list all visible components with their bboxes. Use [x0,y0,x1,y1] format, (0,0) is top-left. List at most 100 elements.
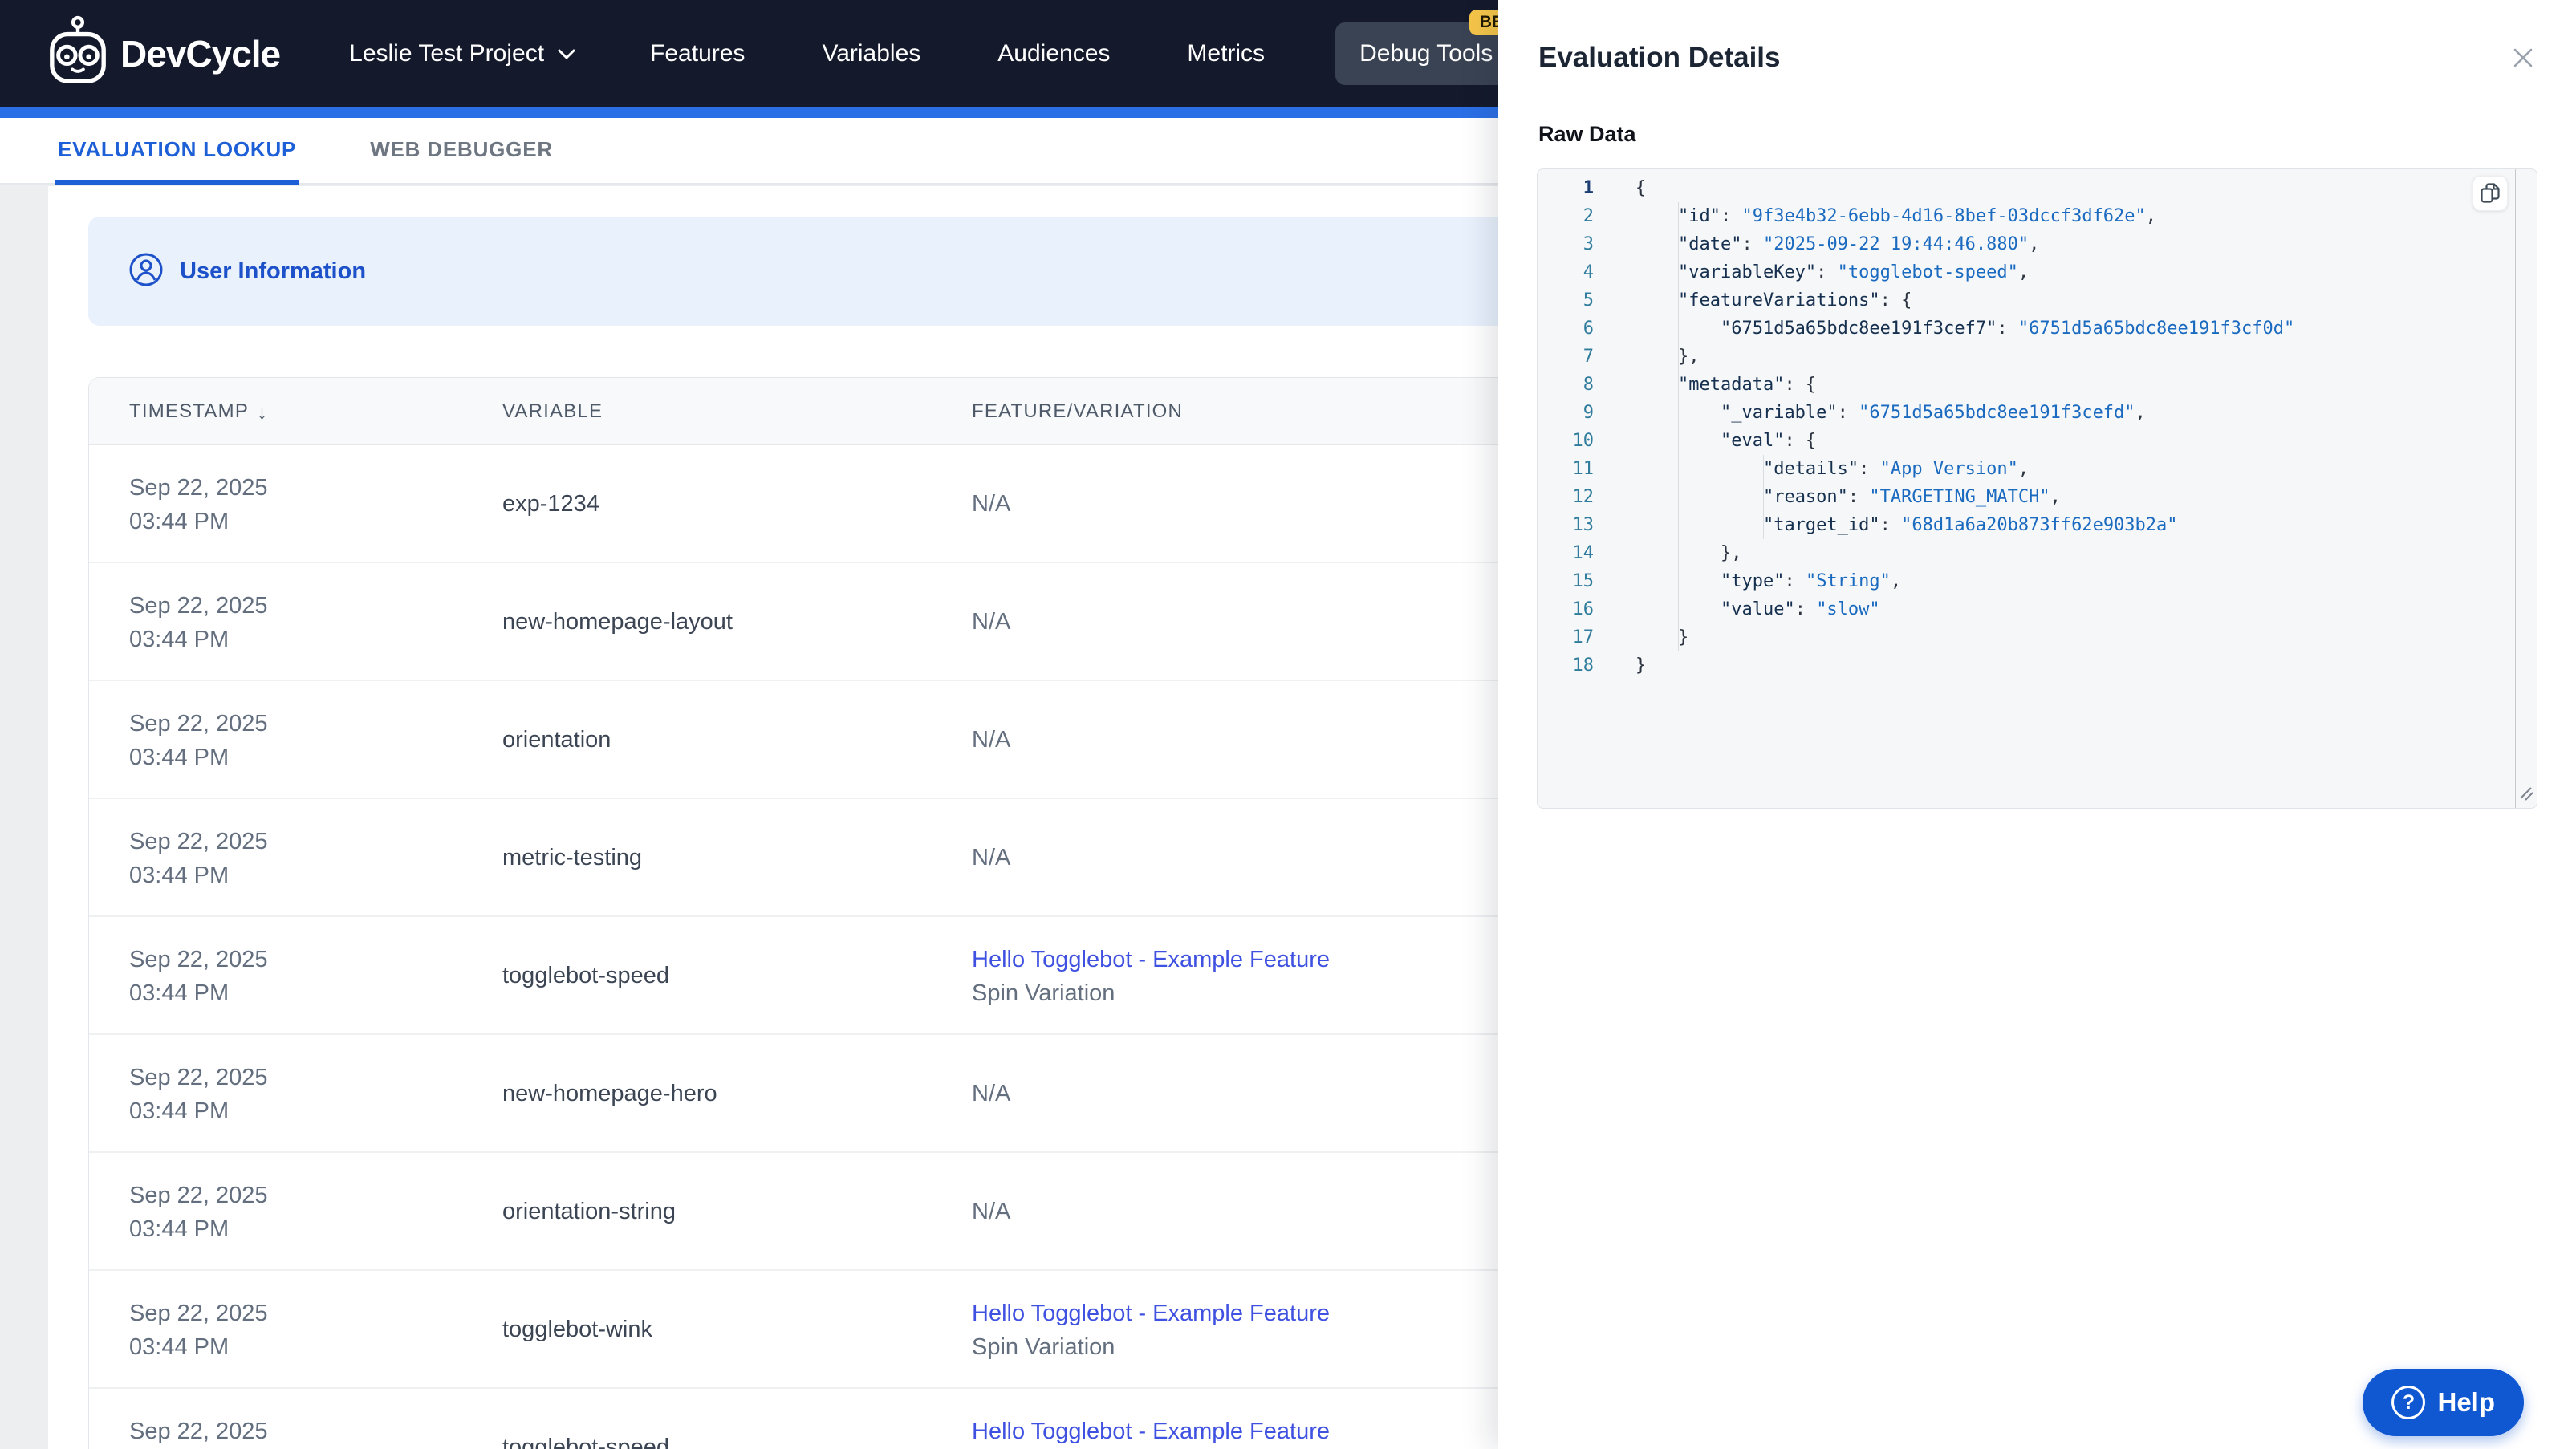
column-header-variable: VARIABLE [502,378,603,445]
table-row[interactable]: Sep 22, 2025 03:44 PM togglebot-wink Hello … [89,1271,1596,1389]
close-icon[interactable] [2507,42,2539,74]
feature-variation-cell: N/A [972,445,1010,563]
code-line: 15 "type": "String", [1538,567,2513,595]
feature-link[interactable]: Hello Togglebot - Example Feature [972,1297,1330,1330]
variation-label: Spin Variation [972,980,1115,1006]
na-value: N/A [972,1081,1011,1106]
table-row[interactable]: Sep 22, 2025 03:44 PM orientation N/A [89,681,1596,799]
table-row[interactable]: Sep 22, 2025 03:44 PM new-homepage-layout N… [89,563,1596,681]
line-number: 1 [1583,178,1594,198]
variable-cell: new-homepage-layout [502,609,733,635]
code-line: 2 "id": "9f3e4b32-6ebb-4d16-8bef-03dccf3… [1538,202,2513,230]
table-row[interactable]: Sep 22, 2025 03:44 PM orientation-string N/… [89,1153,1596,1271]
code-line: 8 "metadata": { [1538,371,2513,399]
nav-item-debug-tools[interactable]: Debug Tools BETA [1335,9,1535,85]
variable-cell: metric-testing [502,845,643,871]
devcycle-logo[interactable]: DevCycle [47,14,281,92]
tab-web-debugger[interactable]: WEB DEBUGGER [367,137,556,183]
line-number: 5 [1583,290,1594,310]
feature-variation-cell: N/A [972,563,1010,681]
active-tab-underline [55,180,300,185]
sort-descending-icon: ↓ [257,399,269,424]
line-number: 17 [1572,627,1595,647]
resize-handle-icon[interactable] [2517,785,2535,806]
line-number: 16 [1572,599,1595,619]
table-row[interactable]: Sep 22, 202503:44 PM togglebot-speed Hello… [89,1389,1596,1449]
nav-item-audiences[interactable]: Audiences [997,40,1110,67]
timestamp-cell: Sep 22, 202503:44 PM [129,1064,268,1124]
na-value: N/A [972,1199,1011,1224]
project-name: Leslie Test Project [349,39,545,67]
copy-button[interactable] [2472,176,2508,211]
help-button[interactable]: ? Help [2363,1369,2524,1436]
code-line: 12 "reason": "TARGETING_MATCH", [1538,483,2513,511]
question-mark-icon: ? [2391,1386,2426,1419]
feature-variation-cell: Hello Togglebot - Example FeatureSpin Va… [972,1389,1330,1449]
feature-variation-cell: Hello Togglebot - Example Feature Spin Va… [972,917,1330,1035]
code-line: 9 "_variable": "6751d5a65bdc8ee191f3cefd… [1538,399,2513,427]
code-line: 17 } [1538,623,2513,651]
code-line: 16 "value": "slow" [1538,595,2513,623]
tab-evaluation-lookup[interactable]: EVALUATION LOOKUP [55,137,300,185]
variable-cell: orientation-string [502,1199,676,1224]
tab-label: EVALUATION LOOKUP [58,137,297,161]
line-number: 12 [1572,487,1595,507]
help-label: Help [2437,1387,2495,1417]
nav-item-variables[interactable]: Variables [822,40,920,67]
feature-variation-cell: N/A [972,1035,1010,1153]
table-header: TIMESTAMP ↓ VARIABLE FEATURE/VARIATION [89,378,1596,445]
timestamp-cell: Sep 22, 202503:44 PM [129,592,268,652]
table-row[interactable]: Sep 22, 2025 03:44 PM new-homepage-hero N/A [89,1035,1596,1153]
panel-title: Evaluation Details [1538,42,1781,73]
devcycle-robot-icon [47,14,109,92]
feature-variation-cell: N/A [972,681,1010,799]
nav-items: Features Variables Audiences Metrics [650,40,1265,67]
evaluation-table: TIMESTAMP ↓ VARIABLE FEATURE/VARIATION S… [88,377,1597,1449]
code-line: 5 "featureVariations": { [1538,286,2513,315]
code-line: 10 "eval": { [1538,427,2513,455]
project-selector[interactable]: Leslie Test Project [349,40,576,67]
code-lines: 1{2 "id": "9f3e4b32-6ebb-4d16-8bef-03dcc… [1538,174,2513,680]
raw-data-code-editor[interactable]: 1{2 "id": "9f3e4b32-6ebb-4d16-8bef-03dcc… [1537,168,2537,809]
timestamp-cell: Sep 22, 202503:44 PM [129,474,268,534]
code-line: 6 "6751d5a65bdc8ee191f3cef7": "6751d5a65… [1538,315,2513,343]
nav-item-features[interactable]: Features [650,40,745,67]
na-value: N/A [972,845,1011,871]
table-body: Sep 22, 2025 03:44 PM exp-1234 N/A Sep 22, 2… [89,445,1596,1449]
debug-tools-label: Debug Tools [1359,39,1493,67]
feature-variation-cell: N/A [972,1153,1010,1271]
line-number: 2 [1583,206,1594,226]
feature-variation-cell: Hello Togglebot - Example FeatureSpin Va… [972,1271,1330,1389]
scrollbar-track-divider [2515,169,2516,808]
user-icon [128,252,164,291]
tab-label: WEB DEBUGGER [370,137,553,161]
code-line: 4 "variableKey": "togglebot-speed", [1538,258,2513,286]
na-value: N/A [972,727,1011,753]
feature-link[interactable]: Hello Togglebot - Example Feature [972,1414,1330,1448]
evaluation-details-panel: Evaluation Details Raw Data 1{2 "id": "9… [1498,0,2576,1449]
nav-item-metrics[interactable]: Metrics [1187,40,1265,67]
variable-cell: togglebot-speed [502,963,669,988]
variable-cell: togglebot-wink [502,1317,652,1342]
timestamp-cell: Sep 22, 202503:44 PM [129,710,268,770]
line-number: 18 [1572,656,1595,676]
logo-text: DevCycle [120,32,281,75]
column-label: TIMESTAMP [129,400,250,422]
table-row[interactable]: Sep 22, 202503:44 PM togglebot-speed Hello… [89,917,1596,1035]
line-number: 14 [1572,543,1595,563]
timestamp-cell: Sep 22, 202503:44 PM [129,828,268,888]
table-row[interactable]: Sep 22, 2025 03:44 PM exp-1234 N/A [89,445,1596,563]
code-line: 1{ [1538,174,2513,202]
column-header-feature-variation: FEATURE/VARIATION [972,378,1183,445]
code-line: 13 "target_id": "68d1a6a20b873ff62e903b2… [1538,511,2513,539]
line-number: 13 [1572,515,1595,535]
variable-cell: togglebot-speed [502,1435,669,1449]
column-header-timestamp[interactable]: TIMESTAMP ↓ [129,378,268,445]
code-line: 14 }, [1538,539,2513,567]
feature-link[interactable]: Hello Togglebot - Example Feature [972,943,1330,976]
variable-cell: exp-1234 [502,491,599,517]
timestamp-cell: Sep 22, 202503:44 PM [129,1300,268,1360]
user-information-banner[interactable]: User Information [88,217,1597,326]
table-row[interactable]: Sep 22, 2025 03:44 PM metric-testing N/A [89,799,1596,917]
line-number: 3 [1583,234,1594,254]
